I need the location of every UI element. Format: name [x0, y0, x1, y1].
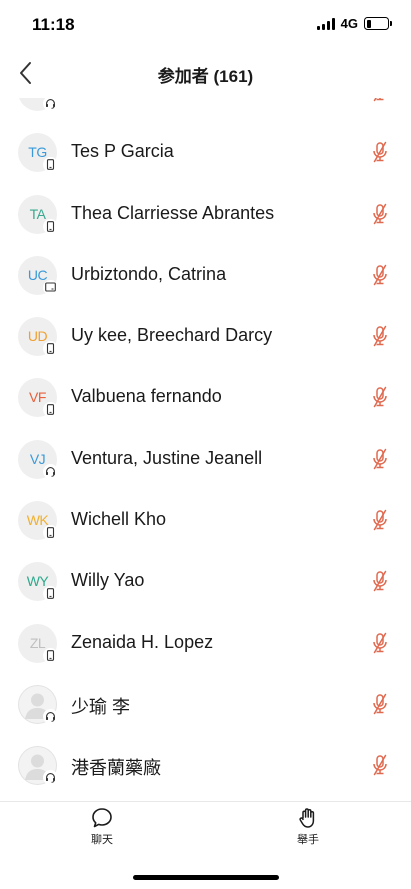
participant-name: Thea Clarriesse Abrantes — [71, 202, 275, 223]
device-badge — [43, 218, 58, 234]
nav-bar: 参加者 (161) — [0, 48, 411, 98]
mic-muted-icon[interactable] — [370, 203, 390, 225]
participant-name: Uy kee, Breechard Darcy — [71, 325, 273, 346]
participant-row[interactable]: TG Tes P Garcia — [0, 122, 411, 183]
participant-row[interactable]: TV teodoro f. villanueva — [0, 98, 411, 122]
phone-icon — [46, 220, 55, 232]
mic-muted-icon[interactable] — [370, 509, 390, 531]
participant-name: Tes P Garcia — [71, 141, 174, 162]
mic-muted-icon[interactable] — [370, 632, 390, 654]
device-badge — [43, 463, 58, 479]
participant-name: 少瑜 李 — [71, 696, 131, 717]
phone-icon — [46, 159, 55, 171]
chat-label: 聊天 — [91, 834, 113, 846]
cellular-signal-icon — [316, 17, 335, 30]
participant-name: Valbuena fernando — [71, 386, 222, 407]
participant-name: Zenaida H. Lopez — [71, 631, 214, 652]
avatar: UD — [18, 317, 58, 357]
participant-row[interactable]: WK Wichell Kho — [0, 490, 411, 551]
participant-name: Wichell Kho — [71, 509, 167, 530]
participant-row[interactable]: 港香蘭藥廠 — [0, 735, 411, 796]
participant-list[interactable]: TVteodoro f. villanuevaTGTes P GarciaTAT… — [0, 98, 411, 801]
avatar: ZL — [18, 623, 58, 663]
avatar — [18, 684, 58, 724]
device-badge — [43, 525, 58, 541]
headset-icon — [46, 712, 55, 722]
status-indicators: 4G — [316, 16, 392, 31]
chat-bubble-icon — [92, 808, 112, 828]
device-badge — [43, 279, 58, 295]
participant-row[interactable]: UD Uy kee, Breechard Darcy — [0, 306, 411, 367]
mic-muted-icon[interactable] — [370, 264, 390, 286]
avatar: TA — [18, 194, 58, 234]
avatar: VJ — [18, 439, 58, 479]
phone-icon — [46, 649, 55, 661]
participant-row[interactable]: VJ Ventura, Justine Jeanell — [0, 429, 411, 490]
raise-hand-icon — [299, 808, 315, 828]
mic-muted-icon[interactable] — [370, 693, 390, 715]
device-badge — [43, 708, 58, 724]
participant-row[interactable]: 少瑜 李 — [0, 674, 411, 735]
page-title: 参加者 (161) — [157, 67, 254, 86]
battery-level — [366, 19, 371, 28]
participant-list-content: TVteodoro f. villanuevaTGTes P GarciaTAT… — [0, 98, 411, 797]
status-time: 11:18 — [32, 15, 75, 34]
avatar: UC — [18, 255, 58, 295]
mic-muted-icon[interactable] — [370, 570, 390, 592]
participant-name: Urbiztondo, Catrina — [71, 263, 227, 284]
headset-icon — [46, 773, 55, 784]
avatar: TG — [18, 133, 58, 173]
participant-row[interactable]: UC Urbiztondo, Catrina — [0, 245, 411, 306]
phone-icon — [46, 404, 55, 416]
mic-muted-icon[interactable] — [370, 325, 390, 347]
avatar: VF — [18, 378, 58, 418]
mic-muted-icon[interactable] — [370, 754, 390, 776]
participant-row[interactable]: VF Valbuena fernando — [0, 367, 411, 428]
headset-icon — [46, 466, 55, 477]
participant-row[interactable]: WY Willy Yao — [0, 551, 411, 612]
raise-hand-button[interactable]: 舉手 — [278, 806, 338, 852]
mic-muted-icon[interactable] — [370, 141, 390, 163]
avatar — [18, 746, 58, 786]
mic-muted-icon[interactable] — [370, 98, 390, 102]
avatar: TV — [18, 98, 58, 111]
device-badge — [43, 770, 58, 786]
mic-muted-icon[interactable] — [370, 448, 390, 470]
participant-name: Willy Yao — [71, 570, 145, 591]
participant-row[interactable]: TA Thea Clarriesse Abrantes — [0, 184, 411, 245]
network-type: 4G — [340, 16, 358, 31]
battery-icon — [364, 17, 392, 30]
raise-hand-label: 舉手 — [297, 834, 319, 846]
headset-icon — [46, 99, 55, 109]
participant-row[interactable]: ZL Zenaida H. Lopez — [0, 613, 411, 674]
device-badge — [43, 647, 58, 663]
phone-icon — [46, 343, 55, 355]
status-bar: 11:18 4G — [0, 0, 411, 48]
tablet-icon — [45, 282, 56, 292]
participant-name: Ventura, Justine Jeanell — [71, 447, 263, 468]
avatar: WK — [18, 501, 58, 541]
phone-icon — [46, 588, 55, 600]
chat-button[interactable]: 聊天 — [72, 806, 132, 852]
home-indicator[interactable] — [133, 875, 279, 880]
participant-name: 港香蘭藥廠 — [71, 758, 161, 779]
participant-name: teodoro f. villanueva — [71, 98, 232, 101]
phone-icon — [46, 527, 55, 538]
mic-muted-icon[interactable] — [370, 386, 390, 408]
avatar: WY — [18, 562, 58, 602]
